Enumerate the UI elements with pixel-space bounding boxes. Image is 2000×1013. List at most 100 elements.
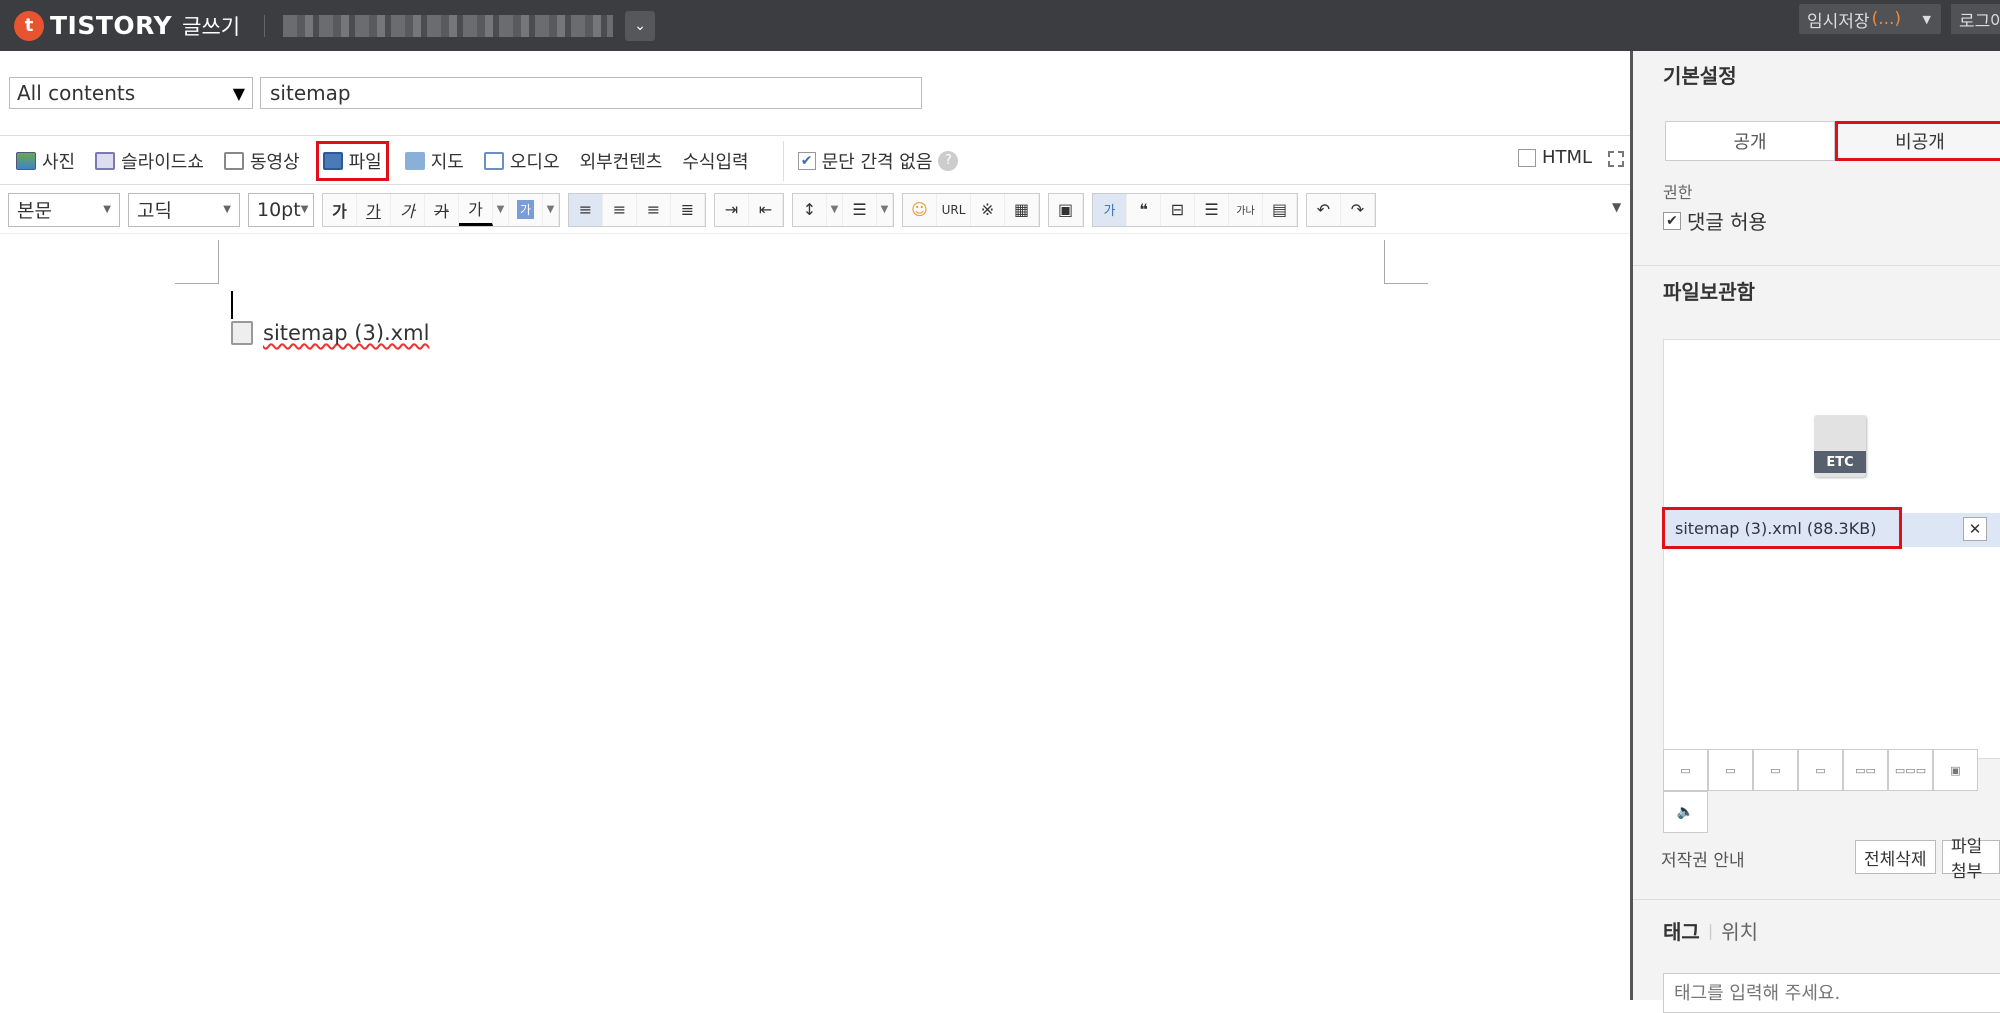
caret-down-icon[interactable]: ▼	[1923, 13, 1931, 26]
toolbar-more-icon[interactable]: ▼	[1612, 200, 1621, 214]
insert-photo-button[interactable]: 사진	[12, 141, 79, 181]
vault-file-label: sitemap (3).xml (88.3KB)	[1675, 518, 1877, 538]
strikethrough-icon[interactable]: 가	[425, 193, 459, 226]
font-size-select[interactable]: 10pt ▼	[248, 192, 314, 227]
box-icon[interactable]: ▣	[1049, 193, 1083, 226]
insert-gallery-icon[interactable]: ▣	[1933, 749, 1978, 791]
caret-down-icon[interactable]: ▼	[877, 193, 893, 226]
copyright-notice-link[interactable]: 저작권 안내	[1661, 846, 1745, 871]
attach-file-button[interactable]: 파일첨부	[1942, 837, 2000, 882]
font-family-select[interactable]: 고딕 ▼	[128, 192, 240, 227]
insert-double-icon[interactable]: ▭▭	[1843, 749, 1888, 791]
format-toolbar: 본문 ▼ 고딕 ▼ 10pt ▼ 가 가 가 가 가 ▼ 가 ▼ ≡ ≡ ≡ ≣ ⇥ …	[0, 186, 1630, 234]
public-button[interactable]: 공개	[1665, 121, 1835, 161]
align-left-icon[interactable]: ≡	[569, 193, 603, 226]
permission-label: 권한	[1663, 183, 1693, 202]
undo-icon[interactable]: ↶	[1307, 193, 1341, 226]
text-style-group: 가 가 가 가 가 ▼ 가 ▼	[322, 192, 560, 227]
save-icon[interactable]: ▤	[1263, 193, 1297, 226]
indent-icon[interactable]: ⇥	[715, 193, 749, 226]
insert-external-content-button[interactable]: 외부컨텐츠	[576, 141, 667, 181]
category-value: All contents	[17, 81, 136, 105]
more-icon[interactable]: ⊟	[1161, 193, 1195, 226]
insert-video-button[interactable]: 동영상	[220, 141, 304, 181]
url-link-icon[interactable]: URL	[937, 193, 971, 226]
page-mode-label: 글쓰기	[182, 14, 241, 39]
html-mode-toggle[interactable]: HTML	[1518, 147, 1592, 168]
caret-down-icon[interactable]: ▼	[543, 193, 559, 226]
caret-down-icon: ▼	[223, 204, 231, 215]
insert-formula-button[interactable]: 수식입력	[678, 141, 752, 181]
help-icon[interactable]: ?	[938, 150, 959, 171]
vault-file-item[interactable]: sitemap (3).xml (88.3KB)	[1662, 507, 1902, 549]
logo-text[interactable]: TISTORY	[50, 11, 172, 40]
caret-down-icon[interactable]: ▼	[493, 193, 509, 226]
spellcheck-icon[interactable]: 가나	[1229, 193, 1263, 226]
checkbox-checked[interactable]: ✔	[1663, 211, 1681, 230]
special-char-icon[interactable]: ※	[971, 193, 1005, 226]
insert-left-icon[interactable]: ▭	[1663, 749, 1708, 791]
close-icon[interactable]: ✕	[1963, 517, 1987, 541]
font-box-icon[interactable]: 가	[1093, 193, 1127, 226]
insert-file-label: 파일	[348, 151, 382, 173]
insert-map-button[interactable]: 지도	[401, 141, 468, 181]
floppy-disk-icon	[231, 321, 253, 345]
file-icon	[322, 151, 343, 170]
editor-area: All contents ▼ 사진 슬라이드쇼 동영상 파일 지도 오디오 외부…	[0, 51, 1630, 1000]
text-color-icon[interactable]: 가	[459, 193, 493, 226]
caret-down-icon[interactable]: ▼	[827, 193, 843, 226]
outdent-icon[interactable]: ⇤	[749, 193, 783, 226]
tag-location-tabs: 태그 | 위치	[1663, 916, 1758, 945]
line-height-icon[interactable]: ↕	[793, 193, 827, 226]
checkbox-unchecked[interactable]	[1518, 148, 1536, 167]
insert-audio-button[interactable]: 오디오	[480, 141, 564, 181]
tistory-logo-icon[interactable]: t	[14, 10, 44, 41]
underline-icon[interactable]: 가	[357, 193, 391, 226]
insert-center-icon[interactable]: ▭	[1708, 749, 1753, 791]
insert-file-button[interactable]: 파일	[315, 140, 389, 181]
emoticon-icon[interactable]: ☺	[903, 193, 937, 226]
insert-triple-icon[interactable]: ▭▭▭	[1888, 749, 1933, 791]
allow-comments-toggle[interactable]: ✔ 댓글 허용	[1663, 206, 1767, 235]
delete-all-button[interactable]: 전체삭제	[1855, 840, 1936, 874]
redo-icon[interactable]: ↷	[1341, 193, 1375, 226]
list-icon[interactable]: ☰	[843, 193, 877, 226]
align-justify-icon[interactable]: ≣	[671, 193, 705, 226]
file-vault-title: 파일보관함	[1663, 280, 1755, 304]
paragraph-style-value: 본문	[17, 200, 52, 222]
align-right-icon[interactable]: ≡	[637, 193, 671, 226]
divider	[1633, 265, 2000, 266]
line-icon[interactable]: ☰	[1195, 193, 1229, 226]
editor-canvas[interactable]: sitemap (3).xml	[0, 235, 1630, 1000]
bold-icon[interactable]: 가	[323, 193, 357, 226]
insert-align-row: ▭ ▭ ▭ ▭ ▭▭ ▭▭▭ ▣	[1663, 749, 1978, 791]
temp-save-button[interactable]: 임시저장 (...) ▼	[1799, 4, 1941, 34]
insert-map-label: 지도	[430, 151, 464, 173]
checkbox-checked[interactable]: ✔	[797, 151, 816, 170]
align-center-icon[interactable]: ≡	[603, 193, 637, 226]
insert-slideshow-button[interactable]: 슬라이드쇼	[91, 141, 208, 181]
fullscreen-icon[interactable]	[1608, 151, 1624, 167]
insert-audio-icon[interactable]: 🔈	[1663, 791, 1708, 833]
italic-icon[interactable]: 가	[391, 193, 425, 226]
tab-tag[interactable]: 태그	[1663, 916, 1700, 945]
tab-location[interactable]: 위치	[1721, 916, 1758, 945]
title-input[interactable]	[260, 77, 922, 109]
category-select[interactable]: All contents ▼	[9, 77, 253, 109]
align-group: ≡ ≡ ≡ ≣	[568, 192, 706, 227]
logout-button[interactable]: 로그아	[1951, 4, 2000, 34]
quote-icon[interactable]: ❝	[1127, 193, 1161, 226]
blog-dropdown-button[interactable]: ⌄	[625, 10, 656, 41]
table-icon[interactable]: ▦	[1005, 193, 1039, 226]
attached-file-link[interactable]: sitemap (3).xml	[231, 321, 429, 345]
insert-full-icon[interactable]: ▭	[1798, 749, 1843, 791]
divider	[1633, 899, 2000, 900]
private-button[interactable]: 비공개	[1835, 121, 2000, 161]
no-paragraph-gap-toggle[interactable]: ✔ 문단 간격 없음 ?	[782, 140, 959, 181]
tag-input[interactable]	[1663, 973, 2000, 1013]
font-family-value: 고딕	[137, 200, 172, 222]
video-icon	[223, 151, 244, 170]
highlight-color-icon[interactable]: 가	[509, 193, 543, 226]
insert-right-icon[interactable]: ▭	[1753, 749, 1798, 791]
paragraph-style-select[interactable]: 본문 ▼	[8, 192, 120, 227]
